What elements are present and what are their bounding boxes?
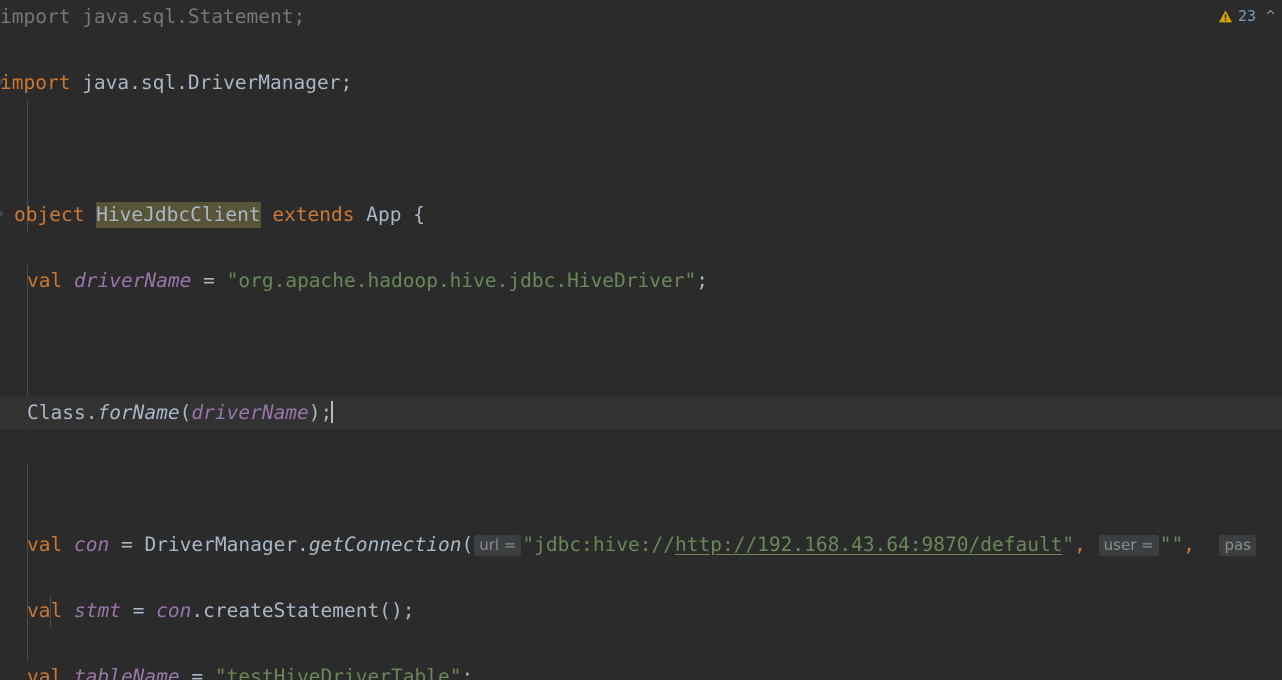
code-line-active[interactable]: Class.forName(driverName); bbox=[0, 396, 1282, 429]
code-line[interactable]: › object HiveJdbcClient extends App { bbox=[0, 198, 1282, 231]
code-line[interactable]: val stmt = con.createStatement(); bbox=[0, 594, 1282, 627]
code-editor[interactable]: 23 ^ import java.sql.Statement; › import… bbox=[0, 0, 1282, 680]
parameter-hint-password: pas bbox=[1219, 534, 1256, 556]
code-line[interactable] bbox=[0, 462, 1282, 495]
code-line[interactable] bbox=[0, 330, 1282, 363]
inspection-widget[interactable]: 23 ^ bbox=[1218, 4, 1276, 28]
code-line[interactable]: val con = DriverManager.getConnection(ur… bbox=[0, 528, 1282, 561]
code-text: import java.sql.Statement; bbox=[0, 5, 306, 28]
code-line[interactable]: val driverName = "org.apache.hadoop.hive… bbox=[0, 264, 1282, 297]
highlighted-identifier[interactable]: HiveJdbcClient bbox=[96, 202, 261, 228]
code-line[interactable]: val tableName = "testHiveDriverTable"; bbox=[0, 660, 1282, 680]
code-line[interactable]: import java.sql.Statement; bbox=[0, 0, 1282, 33]
url-link[interactable]: http://192.168.43.64:9870/default bbox=[675, 533, 1062, 556]
code-line[interactable] bbox=[0, 132, 1282, 165]
warning-triangle-icon bbox=[1218, 9, 1233, 24]
code-line[interactable]: › import java.sql.DriverManager; bbox=[0, 66, 1282, 99]
parameter-hint-url: url = bbox=[474, 534, 522, 556]
fold-arrow-icon[interactable]: › bbox=[0, 198, 8, 231]
chevron-up-icon[interactable]: ^ bbox=[1261, 9, 1276, 24]
warning-count: 23 bbox=[1238, 7, 1257, 25]
text-caret bbox=[331, 401, 334, 423]
parameter-hint-user: user = bbox=[1098, 534, 1159, 556]
